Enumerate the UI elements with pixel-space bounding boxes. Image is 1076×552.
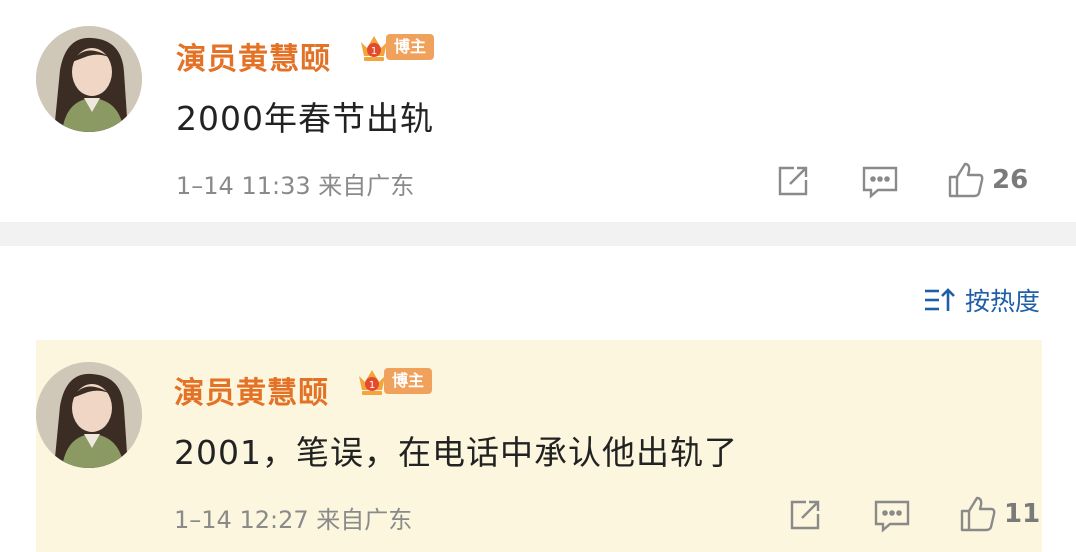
svg-text:1: 1 [371, 46, 377, 57]
like-button[interactable]: 26 [946, 160, 1028, 200]
comment-meta: 1–14 12:27 来自广东 [174, 506, 413, 534]
badge-label: 博主 [384, 368, 432, 394]
comment-icon [874, 500, 910, 533]
comment-text: 2000年春节出轨 [176, 99, 434, 138]
share-button[interactable] [774, 162, 812, 200]
sort-icon [924, 288, 955, 311]
author-name[interactable]: 演员黄慧颐 [174, 368, 329, 412]
share-icon [778, 166, 808, 196]
like-button[interactable]: 11 [958, 494, 1040, 534]
avatar[interactable] [36, 362, 142, 468]
author-name[interactable]: 演员黄慧颐 [176, 34, 331, 78]
like-count: 26 [992, 165, 1029, 195]
comment-meta: 1–14 11:33 来自广东 [176, 172, 415, 200]
share-icon [790, 500, 820, 530]
comment-icon [862, 166, 898, 199]
section-divider [0, 222, 1076, 246]
comment-button[interactable] [860, 162, 900, 200]
avatar[interactable] [36, 26, 142, 132]
sort-toggle[interactable]: 按热度 [923, 280, 1040, 320]
like-count: 11 [1004, 499, 1041, 529]
badge-label: 博主 [386, 34, 434, 60]
thumbs-up-icon [960, 496, 996, 532]
comment-item-highlighted: 演员黄慧颐 1 博主 2001，笔误，在电话中承认他出轨了 1–14 12:27… [36, 340, 1042, 552]
thumbs-up-icon [948, 162, 984, 198]
svg-text:1: 1 [369, 380, 375, 391]
sort-label: 按热度 [964, 287, 1040, 316]
comment-item: 演员黄慧颐 1 博主 2000年春节出轨 1–14 11:33 来自广东 26 [0, 0, 1076, 222]
comment-text: 2001，笔误，在电话中承认他出轨了 [174, 433, 738, 472]
share-button[interactable] [786, 496, 824, 534]
comment-button[interactable] [872, 496, 912, 534]
